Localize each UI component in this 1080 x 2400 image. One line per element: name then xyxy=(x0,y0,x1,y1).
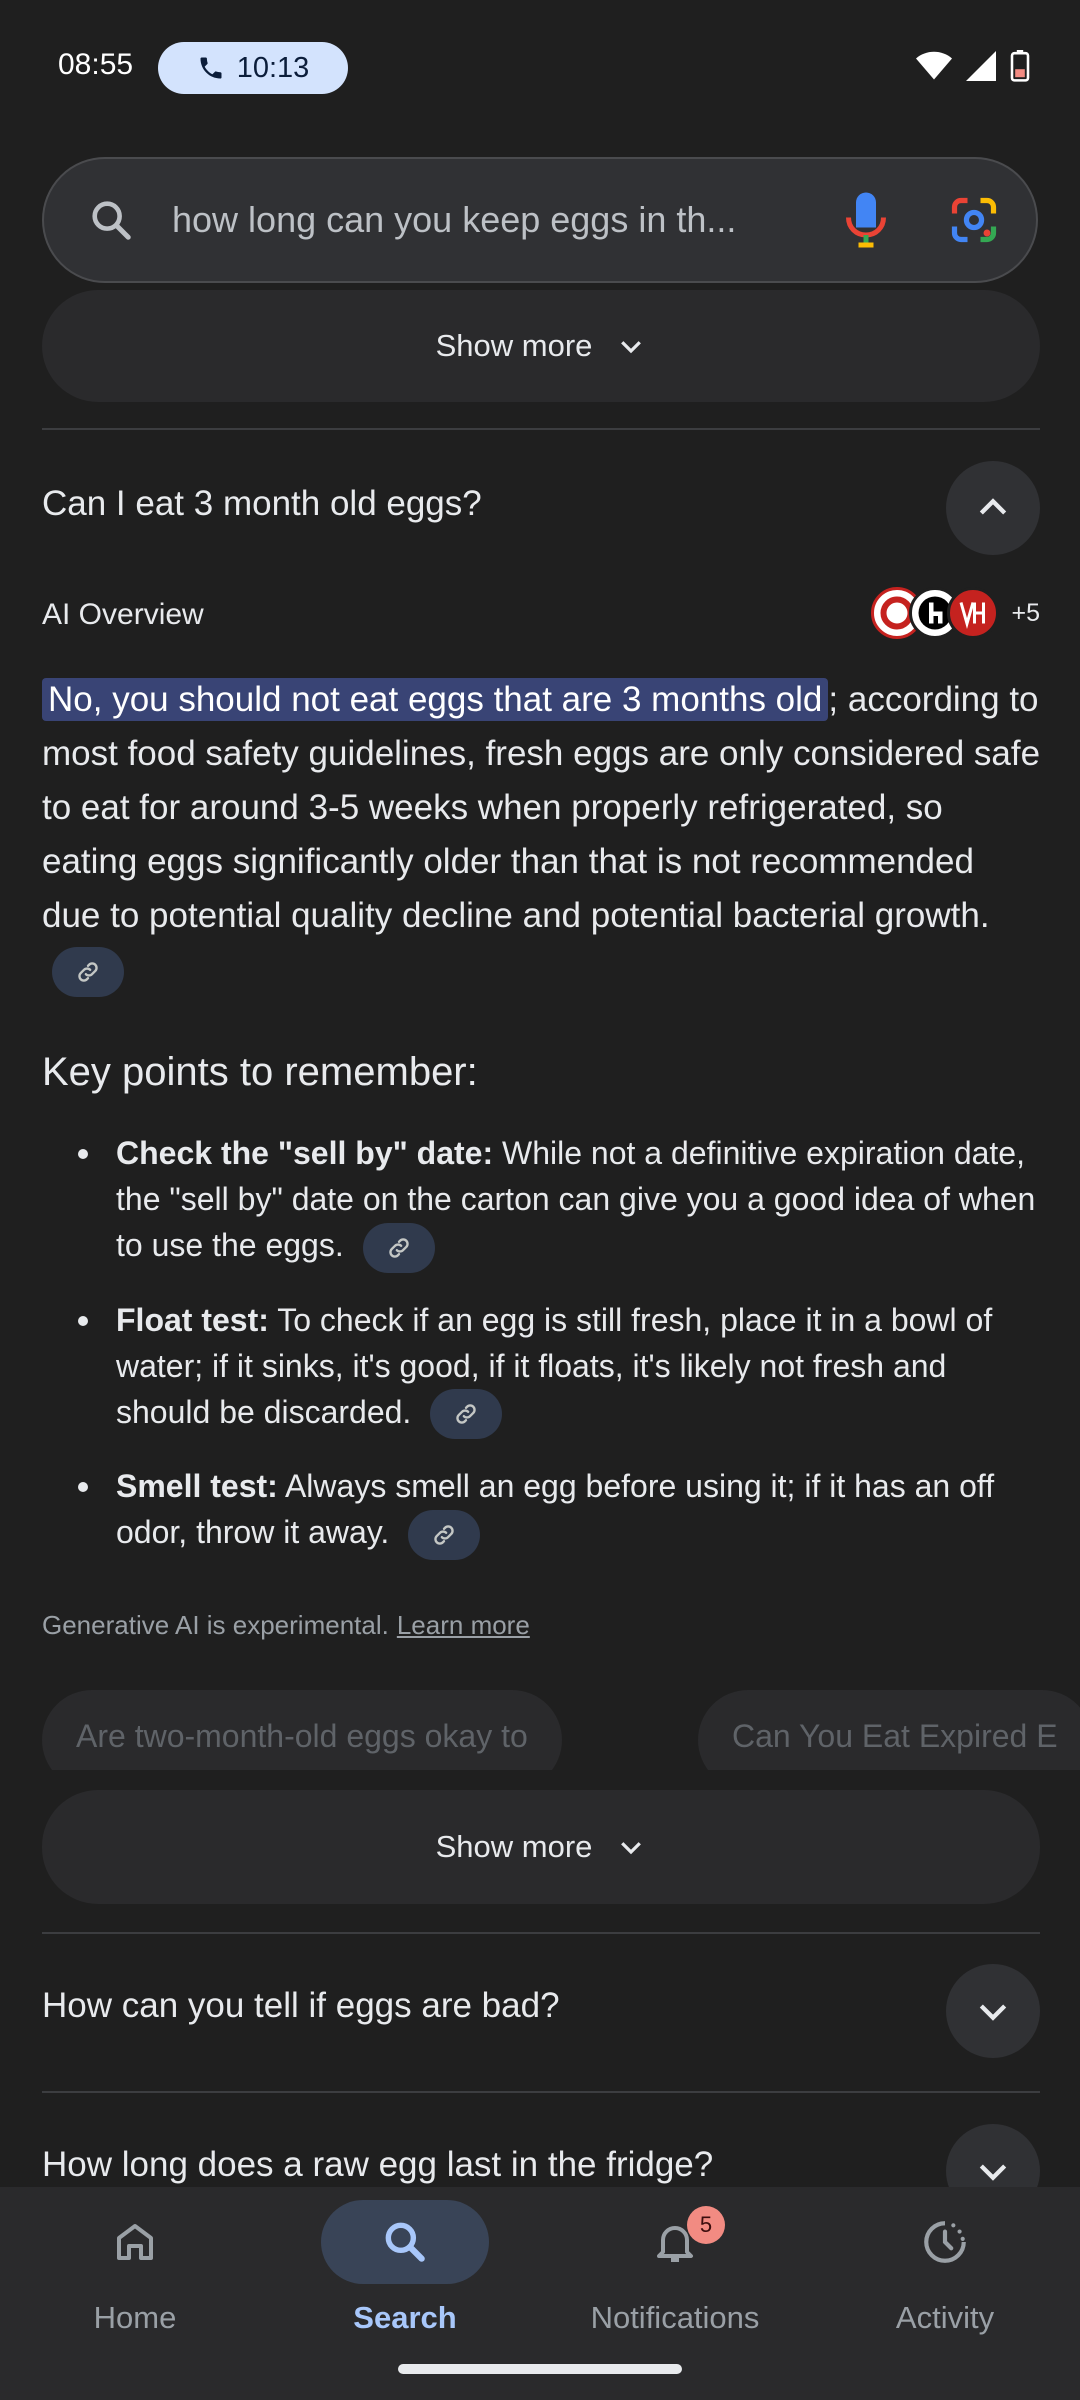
nav-home[interactable]: Home xyxy=(0,2187,270,2400)
point-title: Float test: xyxy=(116,1301,269,1338)
nav-activity[interactable]: Activity xyxy=(810,2187,1080,2400)
source-favicons[interactable]: +5 xyxy=(871,587,1040,639)
nav-activity-label: Activity xyxy=(895,2300,995,2335)
divider xyxy=(42,2091,1040,2093)
nav-home-label: Home xyxy=(93,2300,177,2335)
search-bar[interactable]: how long can you keep eggs in th... xyxy=(42,157,1038,283)
point-title: Smell test: xyxy=(116,1468,278,1505)
ai-answer: No, you should not eat eggs that are 3 m… xyxy=(42,673,1042,997)
battery-icon xyxy=(1010,50,1030,82)
nav-icon-wrap xyxy=(321,2200,489,2284)
call-duration: 10:13 xyxy=(236,51,310,84)
phone-icon xyxy=(200,57,222,79)
generative-ai-disclaimer: Generative AI is experimental. Learn more xyxy=(42,1610,530,1641)
point-title: Check the "sell by" date: xyxy=(116,1135,494,1171)
home-icon xyxy=(117,2224,153,2260)
expand-button[interactable] xyxy=(946,1964,1040,2058)
google-lens-icon[interactable] xyxy=(948,194,1000,246)
list-item: Check the "sell by" date: While not a de… xyxy=(42,1130,1042,1273)
question-title[interactable]: How can you tell if eggs are bad? xyxy=(42,1986,560,2026)
disclaimer-text: Generative AI is experimental. xyxy=(42,1610,389,1640)
signal-icon xyxy=(966,51,996,81)
link-icon xyxy=(434,1524,454,1545)
question-title[interactable]: Can I eat 3 month old eggs? xyxy=(42,484,482,524)
list-item: Float test: To check if an egg is still … xyxy=(42,1297,1042,1440)
collapse-button[interactable] xyxy=(946,461,1040,555)
list-item: Smell test: Always smell an egg before u… xyxy=(42,1463,1042,1560)
home-indicator[interactable] xyxy=(398,2364,682,2374)
source-link-chip[interactable] xyxy=(408,1509,481,1560)
divider xyxy=(42,428,1040,430)
ongoing-call-pill[interactable]: 10:13 xyxy=(158,42,348,94)
divider xyxy=(42,1932,1040,1934)
related-chip[interactable]: Are two-month-old eggs okay to xyxy=(42,1690,562,1770)
nav-icon-wrap: 5 xyxy=(591,2200,759,2284)
nav-icon-wrap xyxy=(861,2200,1029,2284)
wifi-icon xyxy=(916,51,952,80)
chevron-down-icon xyxy=(979,2004,1007,2021)
key-points-list: Check the "sell by" date: While not a de… xyxy=(42,1130,1042,1584)
related-chips: Are two-month-old eggs okay to Can You E… xyxy=(42,1690,1080,1770)
notification-badge: 5 xyxy=(687,2206,725,2244)
question-title[interactable]: How long does a raw egg last in the frid… xyxy=(42,2145,713,2185)
nav-icon-wrap xyxy=(51,2200,219,2284)
chevron-down-icon xyxy=(621,341,642,354)
microphone-icon[interactable] xyxy=(846,190,886,250)
nav-notifications-label: Notifications xyxy=(590,2300,760,2335)
more-sources-count[interactable]: +5 xyxy=(1011,599,1040,628)
link-icon xyxy=(388,1237,409,1258)
status-time: 08:55 xyxy=(58,48,134,81)
ai-overview-label: AI Overview xyxy=(42,598,204,631)
status-icons xyxy=(916,50,1030,82)
link-icon xyxy=(78,962,98,982)
show-more-button[interactable]: Show more xyxy=(42,1790,1040,1904)
status-bar: 08:55 10:13 xyxy=(0,0,1080,136)
show-more-button-top[interactable]: Show more xyxy=(42,290,1040,402)
show-more-label: Show more xyxy=(435,1829,593,1864)
search-icon xyxy=(385,2222,425,2262)
nav-search-label: Search xyxy=(353,2300,457,2335)
search-icon xyxy=(92,201,131,240)
link-icon xyxy=(456,1404,476,1424)
source-link-chip[interactable] xyxy=(430,1389,503,1440)
highlighted-answer: No, you should not eat eggs that are 3 m… xyxy=(42,678,829,721)
search-query[interactable]: how long can you keep eggs in th... xyxy=(172,199,826,241)
source-link-chip[interactable] xyxy=(362,1222,435,1273)
chevron-up-icon xyxy=(979,498,1007,515)
chevron-down-icon xyxy=(621,1842,642,1855)
source-link-chip[interactable] xyxy=(52,946,124,997)
key-points-title: Key points to remember: xyxy=(42,1050,478,1094)
source-logo-icon xyxy=(960,602,986,629)
learn-more-link[interactable]: Learn more xyxy=(397,1610,530,1640)
chevron-down-icon xyxy=(979,2164,1007,2181)
related-chip[interactable]: Can You Eat Expired E xyxy=(698,1690,1080,1770)
show-more-label: Show more xyxy=(435,328,593,363)
activity-icon xyxy=(924,2221,966,2263)
source-favicon-3[interactable] xyxy=(947,587,1000,639)
